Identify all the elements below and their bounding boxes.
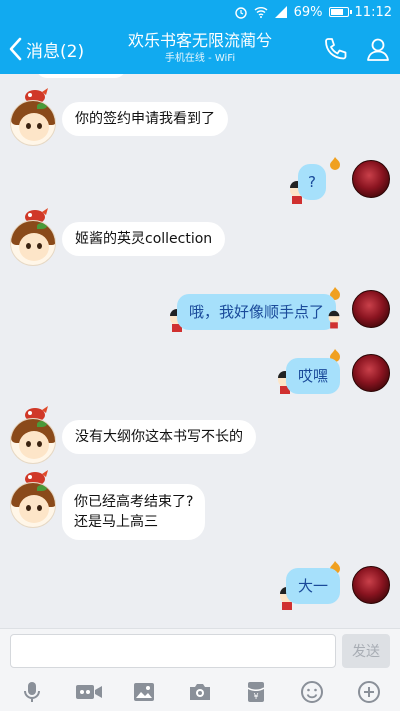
- contact-avatar[interactable]: [10, 100, 56, 146]
- message-line: 还是马上高三: [74, 514, 158, 530]
- message-bubble: 你已经高考结束了? 还是马上高三: [62, 484, 206, 540]
- mic-icon[interactable]: [20, 680, 44, 704]
- send-button[interactable]: 发送: [342, 634, 390, 668]
- svg-text:¥: ¥: [253, 692, 258, 701]
- message-bubble: 大一: [286, 568, 341, 604]
- plus-icon[interactable]: [357, 680, 381, 704]
- composer-toolbar: ¥: [0, 673, 400, 711]
- back-button[interactable]: 消息(2): [8, 34, 84, 64]
- battery-percent: 69%: [293, 4, 323, 20]
- camera-icon[interactable]: [188, 680, 212, 704]
- my-avatar[interactable]: [352, 566, 390, 604]
- message-line: 你已经高考结束了?: [74, 494, 194, 510]
- message-input[interactable]: [10, 634, 336, 668]
- video-icon[interactable]: [75, 680, 103, 704]
- chat-title-block[interactable]: 欢乐书客无限流蔺兮 手机在线 - WiFi: [110, 30, 290, 66]
- alarm-icon: [234, 7, 247, 19]
- emoji-icon[interactable]: [300, 680, 324, 704]
- back-label: 消息(2): [26, 41, 85, 62]
- phone-icon[interactable]: [322, 36, 348, 62]
- message-bubble: 哦，我好像顺手点了: [177, 294, 337, 330]
- my-avatar[interactable]: [352, 290, 390, 328]
- image-icon[interactable]: [132, 680, 156, 704]
- chevron-left-icon: [9, 37, 22, 61]
- composer: 发送: [0, 628, 400, 673]
- cartoon-sticker-icon: [328, 310, 340, 329]
- clock: 11:12: [354, 4, 392, 20]
- chat-header: 消息(2) 欢乐书客无限流蔺兮 手机在线 - WiFi: [0, 24, 400, 74]
- online-status: 手机在线 - WiFi: [164, 53, 236, 64]
- my-avatar[interactable]: [352, 160, 390, 198]
- status-bar: 69% 11:12: [0, 0, 400, 24]
- chat-title: 欢乐书客无限流蔺兮: [127, 31, 272, 50]
- red-packet-icon[interactable]: ¥: [244, 680, 268, 704]
- battery-icon: [328, 7, 352, 17]
- profile-icon[interactable]: [365, 36, 391, 62]
- message-bubble: 没有大纲你这本书写不长的: [62, 420, 256, 454]
- contact-avatar[interactable]: [10, 418, 56, 464]
- message-bubble: 姬酱的英灵collection: [62, 222, 226, 256]
- message-bubble-partial: [36, 74, 126, 78]
- contact-avatar[interactable]: [10, 482, 56, 528]
- message-bubble: 哎嘿: [286, 358, 341, 394]
- flame-icon: [330, 157, 340, 170]
- message-bubble: ?: [298, 164, 326, 200]
- message-bubble: 你的签约申请我看到了: [62, 102, 228, 136]
- message-list[interactable]: 你的签约申请我看到了 ? 姬酱的英灵collection 哦，我好像顺手点了 哎…: [0, 74, 400, 628]
- wifi-icon: [254, 7, 268, 18]
- my-avatar[interactable]: [352, 354, 390, 392]
- contact-avatar[interactable]: [10, 220, 56, 266]
- signal-icon: [274, 6, 287, 18]
